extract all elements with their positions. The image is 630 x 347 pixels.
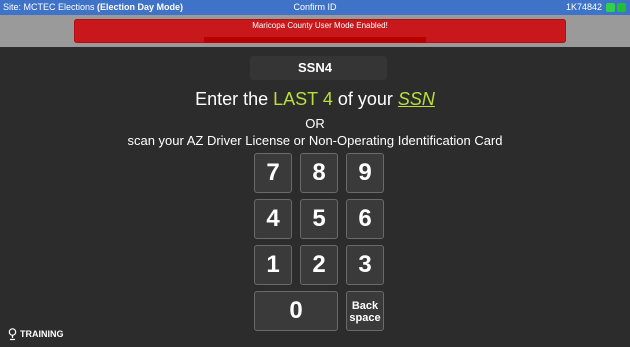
key-0-button[interactable]: 0 <box>254 291 338 331</box>
prompt-mid: of your <box>332 89 398 109</box>
key-8-button[interactable]: 8 <box>300 153 338 193</box>
key-4-button[interactable]: 4 <box>254 199 292 239</box>
printer-status-icon <box>617 3 626 12</box>
key-3-button[interactable]: 3 <box>346 245 384 285</box>
key-9-button[interactable]: 9 <box>346 153 384 193</box>
user-mode-banner: Maricopa County User Mode Enabled! <box>74 19 566 43</box>
backspace-label-line2: space <box>349 312 381 324</box>
backspace-label-line1: Back <box>351 300 379 312</box>
status-indicators <box>604 2 628 13</box>
lightbulb-icon <box>8 328 17 341</box>
screen-title: Confirm ID <box>293 2 337 12</box>
user-mode-banner-text: Maricopa County User Mode Enabled! <box>252 21 388 30</box>
key-1-button[interactable]: 1 <box>254 245 292 285</box>
scan-instruction: scan your AZ Driver License or Non-Opera… <box>127 133 503 148</box>
device-id: 1K74842 <box>565 2 602 12</box>
key-6-button[interactable]: 6 <box>346 199 384 239</box>
key-5-button[interactable]: 5 <box>300 199 338 239</box>
training-label: TRAINING <box>20 328 64 339</box>
key-2-button[interactable]: 2 <box>300 245 338 285</box>
prompt-highlight: LAST 4 <box>273 89 333 109</box>
connection-status-icon <box>606 3 615 12</box>
ssn-link[interactable]: SSN <box>398 89 435 109</box>
backspace-button[interactable]: Back space <box>346 291 384 331</box>
key-7-button[interactable]: 7 <box>254 153 292 193</box>
top-status-bar: Site: MCTEC Elections (Election Day Mode… <box>0 0 630 15</box>
or-label: OR <box>305 116 325 131</box>
kiosk-screen: Site: MCTEC Elections (Election Day Mode… <box>0 0 630 347</box>
prompt-line: Enter the LAST 4 of your SSN <box>0 89 630 110</box>
step-title: SSN4 <box>298 60 332 75</box>
main-panel: SSN4 Enter the LAST 4 of your SSN OR sca… <box>0 47 630 347</box>
prompt-pre: Enter the <box>195 89 274 109</box>
user-mode-banner-bar <box>204 37 426 43</box>
training-indicator: TRAINING <box>8 328 64 341</box>
